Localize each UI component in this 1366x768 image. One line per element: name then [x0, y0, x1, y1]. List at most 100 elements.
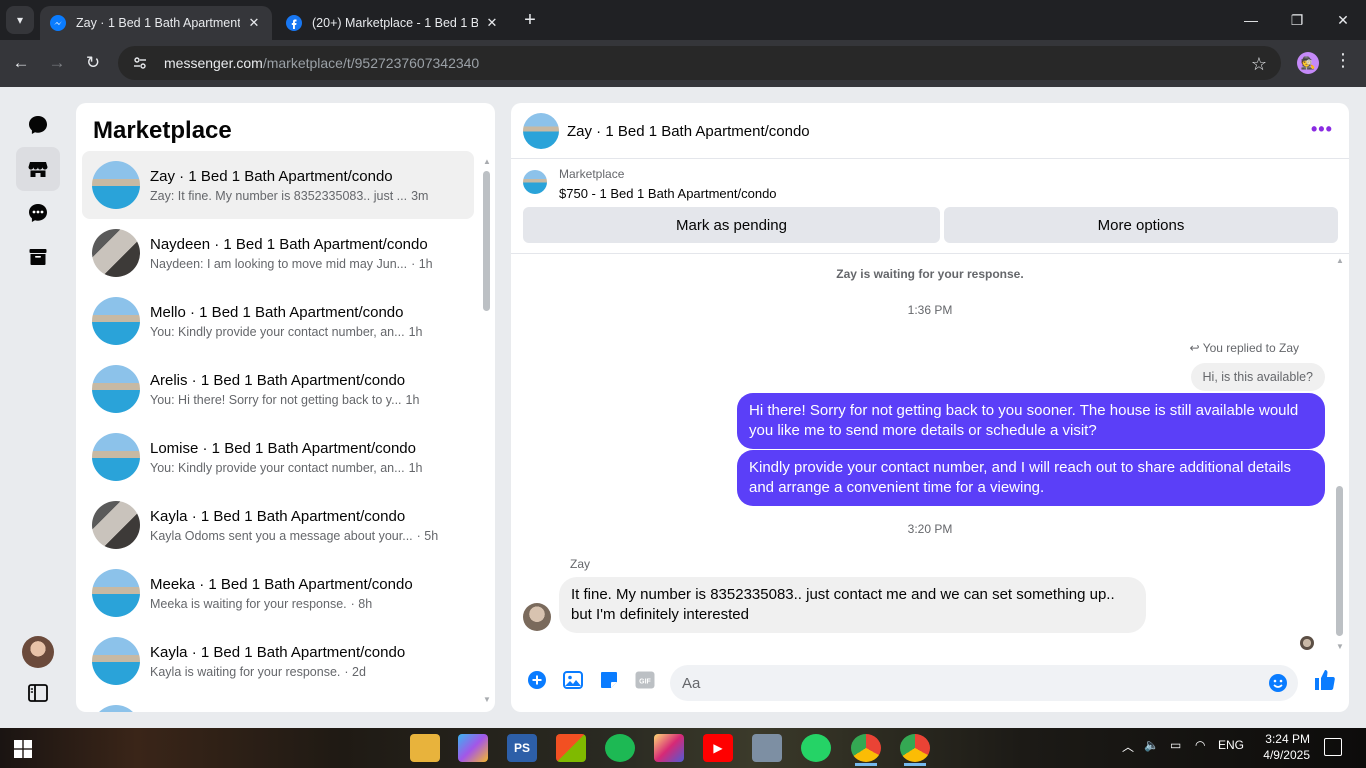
chat-bubble-icon [29, 116, 47, 134]
composer: GIF Aa [511, 656, 1349, 712]
browser-menu-icon[interactable]: ⋮ [1334, 50, 1352, 71]
chat-panel: Zay · 1 Bed 1 Bath Apartment/condo ••• M… [511, 103, 1349, 712]
address-bar[interactable]: messenger.com/marketplace/t/952723760734… [118, 46, 1281, 80]
tab-search-button[interactable]: ▾ [6, 6, 34, 34]
chevron-up-icon[interactable]: ︿ [1122, 738, 1134, 755]
sender-avatar[interactable] [523, 603, 551, 631]
incoming-message[interactable]: It fine. My number is 8352335083.. just … [559, 577, 1146, 633]
youtube-icon[interactable]: ▶ [703, 734, 733, 762]
spotify-icon[interactable] [605, 734, 635, 762]
browser-tab-strip: ▾ Zay · 1 Bed 1 Bath Apartment/condo ✕ (… [0, 0, 1366, 40]
scrollbar-thumb[interactable] [1336, 486, 1343, 636]
window-close-button[interactable]: ✕ [1320, 0, 1366, 40]
volume-icon[interactable]: 🔈 [1144, 738, 1159, 752]
scroll-down-icon[interactable]: ▼ [1336, 642, 1344, 651]
conversation-item[interactable]: Mello · 1 Bed 1 Bath Apartment/condo You… [82, 287, 474, 355]
messenger-page: Marketplace Zay · 1 Bed 1 Bath Apartment… [0, 87, 1366, 728]
copilot-icon[interactable] [458, 734, 488, 762]
conversation-list: Zay · 1 Bed 1 Bath Apartment/condo Zay: … [82, 151, 474, 712]
scroll-up-icon[interactable]: ▲ [1336, 256, 1344, 265]
outgoing-message[interactable]: Kindly provide your contact number, and … [737, 450, 1325, 506]
outgoing-message[interactable]: Hi there! Sorry for not getting back to … [737, 393, 1325, 449]
reply-label: You replied to Zay [1202, 341, 1299, 355]
chrome-profile-icon[interactable] [900, 734, 930, 766]
microsoft-store-icon[interactable] [556, 734, 586, 762]
close-icon[interactable]: ✕ [484, 15, 500, 31]
scroll-up-icon[interactable]: ▲ [483, 157, 491, 166]
conversation-name: Mello · 1 Bed 1 Bath Apartment/condo [150, 303, 404, 321]
quoted-message[interactable]: Hi, is this available? [1190, 363, 1325, 391]
language-indicator[interactable]: ENG [1218, 738, 1244, 752]
conversation-item[interactable] [82, 695, 474, 712]
clock[interactable]: 3:24 PM 4/9/2025 [1250, 731, 1310, 763]
reply-arrow-icon: ↩ [1189, 341, 1200, 355]
chrome-icon[interactable] [851, 734, 881, 766]
emoji-icon[interactable] [1268, 673, 1288, 693]
minimize-button[interactable]: ― [1228, 0, 1274, 40]
close-icon[interactable]: ✕ [246, 15, 262, 31]
tab-inactive[interactable]: (20+) Marketplace - 1 Bed 1 Bath ✕ [276, 6, 510, 40]
conversation-time: 3m [411, 188, 429, 203]
thumbs-up-icon[interactable] [1312, 667, 1338, 693]
conversation-item[interactable]: Kayla · 1 Bed 1 Bath Apartment/condo Kay… [82, 627, 474, 695]
file-explorer-icon[interactable] [410, 734, 440, 762]
chat-title[interactable]: Zay · 1 Bed 1 Bath Apartment/condo [567, 123, 810, 140]
message-input[interactable]: Aa [670, 665, 1298, 701]
plus-icon[interactable] [525, 668, 549, 692]
windows-start-icon[interactable] [14, 740, 32, 758]
reload-button[interactable]: ↻ [78, 48, 108, 78]
battery-icon[interactable]: ▭ [1170, 738, 1181, 752]
conversation-preview: You: Hi there! Sorry for not getting bac… [150, 392, 402, 407]
listing-thumbnail[interactable] [523, 113, 559, 149]
listing-thumbnail[interactable] [523, 170, 547, 194]
whatsapp-icon[interactable] [801, 734, 831, 762]
more-options-icon[interactable]: ••• [1311, 119, 1333, 140]
new-tab-button[interactable]: + [518, 8, 542, 32]
requests-nav-button[interactable] [16, 191, 60, 235]
conversation-item[interactable]: Naydeen · 1 Bed 1 Bath Apartment/condo N… [82, 219, 474, 287]
instagram-icon[interactable] [654, 734, 684, 762]
conversation-name: Zay · 1 Bed 1 Bath Apartment/condo [150, 167, 393, 185]
photoshop-icon[interactable]: PS [507, 734, 537, 762]
conversation-item[interactable]: Lomise · 1 Bed 1 Bath Apartment/condo Yo… [82, 423, 474, 491]
conversation-name: Arelis · 1 Bed 1 Bath Apartment/condo [150, 371, 406, 389]
gif-icon[interactable]: GIF [633, 668, 657, 692]
conversation-name: Kayla · 1 Bed 1 Bath Apartment/condo [150, 507, 406, 525]
archive-icon [29, 249, 47, 265]
tab-active[interactable]: Zay · 1 Bed 1 Bath Apartment/condo ✕ [40, 6, 272, 40]
profile-avatar[interactable]: 🕵 [1297, 52, 1319, 74]
listing-thumbnail [92, 569, 140, 617]
conversation-item[interactable]: Meeka · 1 Bed 1 Bath Apartment/condo Mee… [82, 559, 474, 627]
forward-button[interactable]: → [42, 48, 72, 78]
notification-icon[interactable] [1324, 738, 1342, 756]
bookmark-star-icon[interactable]: ☆ [1251, 54, 1267, 75]
marketplace-nav-button[interactable] [16, 147, 60, 191]
conversation-item[interactable]: Arelis · 1 Bed 1 Bath Apartment/condo Yo… [82, 355, 474, 423]
conversation-item[interactable]: Kayla · 1 Bed 1 Bath Apartment/condo Kay… [82, 491, 474, 559]
wifi-icon[interactable]: ◠ [1195, 738, 1205, 752]
more-options-button[interactable]: More options [944, 207, 1338, 243]
sticker-icon[interactable] [597, 668, 621, 692]
chats-nav-button[interactable] [16, 103, 60, 147]
sidebar-toggle-button[interactable] [16, 671, 60, 715]
tab-title: (20+) Marketplace - 1 Bed 1 Bath [312, 16, 478, 30]
conversation-time: · 2d [344, 664, 366, 679]
photo-icon[interactable] [561, 668, 585, 692]
mark-pending-button[interactable]: Mark as pending [523, 207, 940, 243]
user-avatar[interactable] [22, 636, 54, 668]
conversation-preview: You: Kindly provide your contact number,… [150, 324, 405, 339]
conversation-item[interactable]: Zay · 1 Bed 1 Bath Apartment/condo Zay: … [82, 151, 474, 219]
conversation-name: Meeka · 1 Bed 1 Bath Apartment/condo [150, 575, 413, 593]
app-icon[interactable] [752, 734, 782, 762]
listing-price[interactable]: $750 - 1 Bed 1 Bath Apartment/condo [559, 186, 777, 201]
archive-nav-button[interactable] [16, 235, 60, 279]
back-button[interactable]: ← [6, 48, 36, 78]
scrollbar-thumb[interactable] [483, 171, 490, 311]
tab-title: Zay · 1 Bed 1 Bath Apartment/condo [76, 16, 240, 30]
maximize-button[interactable]: ❐ [1274, 0, 1320, 40]
thread-scrollbar[interactable]: ▲ ▼ [1334, 256, 1344, 651]
site-info-icon[interactable] [132, 55, 148, 71]
nav-rail [0, 87, 76, 728]
scroll-down-icon[interactable]: ▼ [483, 695, 491, 704]
conversation-list-scrollbar[interactable]: ▲ ▼ [482, 157, 491, 704]
